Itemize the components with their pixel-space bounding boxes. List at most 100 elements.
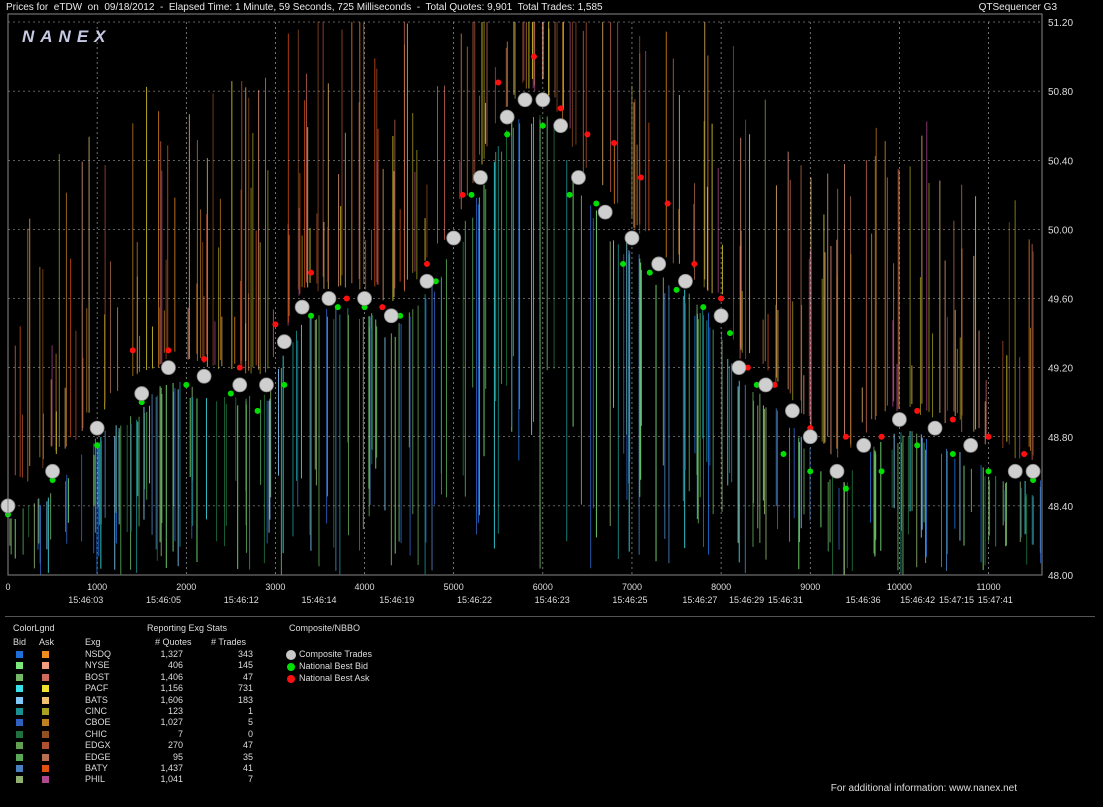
bid-color-swatch: [16, 742, 23, 750]
ask-marker: [949, 416, 956, 423]
bid-color-swatch: [16, 673, 23, 681]
nanex-watermark: NANEX: [22, 27, 112, 46]
exchange-name: CINC: [85, 706, 107, 716]
legend-ask-heading: Ask: [39, 637, 55, 647]
y-tick-label: 50.40: [1048, 156, 1073, 167]
quote-count: 123: [167, 706, 183, 716]
time-tick-label: 15:46:36: [846, 595, 881, 605]
bid-color-swatch: [16, 776, 23, 784]
trade-marker: [927, 420, 943, 436]
trade-marker: [446, 230, 462, 246]
bid-marker: [504, 131, 511, 138]
trade-marker: [232, 377, 248, 393]
bid-marker: [727, 330, 734, 337]
series-marker-icon: [287, 663, 295, 671]
y-tick-label: 50.00: [1048, 225, 1073, 236]
x-tick-label: 4000: [355, 582, 375, 592]
legend-stats-heading: Reporting Exg Stats: [147, 623, 228, 633]
trade-marker: [651, 256, 667, 272]
ask-marker: [842, 433, 849, 440]
bid-marker: [780, 451, 787, 458]
exchange-name: NYSE: [85, 660, 110, 671]
ask-color-swatch: [42, 742, 49, 750]
composite-label: National Best Ask: [299, 673, 370, 683]
trade-marker: [383, 308, 399, 324]
y-tick-label: 48.00: [1048, 571, 1073, 582]
y-tick-label: 49.20: [1048, 364, 1073, 375]
trade-marker: [89, 420, 105, 436]
trade-marker: [259, 377, 274, 393]
bid-marker: [334, 304, 341, 311]
time-tick-label: 15:47:15: [939, 595, 974, 605]
bid-marker: [700, 304, 707, 311]
ask-color-swatch: [42, 673, 49, 681]
exchange-name: NSDQ: [85, 649, 112, 659]
y-tick-label: 48.80: [1048, 433, 1073, 444]
bid-color-swatch: [16, 651, 23, 658]
trade-marker: [758, 377, 774, 393]
ask-marker: [495, 79, 502, 86]
ask-marker: [1021, 451, 1028, 458]
legend-row-baty: BATY 1,437 41: [5, 763, 275, 775]
bid-marker: [914, 442, 921, 449]
x-tick-label: 3000: [265, 582, 285, 592]
trade-count: 731: [237, 683, 253, 694]
trade-marker: [134, 386, 150, 401]
quote-count: 7: [177, 728, 183, 739]
exchange-name: BATS: [85, 694, 108, 705]
trade-marker: [571, 170, 586, 185]
trade-marker: [1025, 463, 1041, 479]
time-tick-label: 15:47:41: [978, 595, 1013, 605]
time-tick-label: 15:46:19: [379, 595, 414, 605]
ask-marker: [878, 433, 885, 440]
trade-marker: [499, 109, 515, 125]
ask-marker: [343, 295, 350, 302]
time-tick-label: 15:46:27: [682, 595, 717, 605]
y-tick-label: 48.40: [1048, 502, 1073, 513]
x-tick-label: 7000: [622, 582, 642, 592]
quote-count: 1,027: [160, 717, 183, 728]
bid-marker: [807, 468, 814, 475]
legend-row-cboe: CBOE 1,027 5: [5, 717, 275, 729]
ask-color-swatch: [42, 776, 49, 784]
x-tick-label: 9000: [800, 582, 820, 592]
trade-marker: [535, 92, 551, 108]
bid-color-swatch: [16, 685, 23, 693]
ask-marker: [530, 53, 537, 60]
ask-marker: [272, 321, 279, 328]
trade-marker: [294, 299, 310, 315]
trade-count: 183: [237, 694, 253, 705]
ask-marker: [379, 304, 386, 311]
legend-row-phil: PHIL 1,041 7: [5, 774, 275, 786]
x-tick-label: 10000: [887, 582, 912, 592]
ask-marker: [718, 295, 725, 302]
time-tick-label: 15:46:23: [535, 595, 570, 605]
quote-count: 1,156: [160, 683, 183, 694]
bid-marker: [673, 286, 680, 293]
trade-marker: [597, 204, 613, 220]
x-tick-label: 0: [5, 582, 10, 592]
trade-marker: [713, 308, 729, 324]
legend-exch-heading: Exg: [85, 637, 101, 647]
legend-row-nsdq: NSDQ 1,327 343: [5, 649, 275, 661]
x-tick-label: 2000: [176, 582, 196, 592]
time-tick-label: 15:46:03: [68, 595, 103, 605]
ask-marker: [584, 131, 591, 138]
trade-marker: [678, 273, 693, 289]
legend-row-chic: CHIC 7 0: [5, 729, 275, 741]
x-tick-label: 6000: [533, 582, 553, 592]
ask-marker: [985, 433, 992, 440]
ask-marker: [664, 200, 671, 207]
x-tick-label: 5000: [444, 582, 464, 592]
composite-label: Composite Trades: [299, 649, 373, 659]
trade-marker: [321, 291, 337, 306]
trade-count: 41: [242, 763, 253, 773]
bid-marker: [878, 468, 885, 475]
trade-marker: [553, 118, 569, 134]
ask-color-swatch: [42, 719, 49, 727]
trade-marker: [785, 403, 800, 419]
legend-composite-heading: Composite/NBBO: [289, 623, 361, 633]
exchange-name: CHIC: [85, 728, 107, 739]
legend-bid-heading: Bid: [13, 637, 27, 647]
footer-info: For additional information: www.nanex.ne…: [830, 783, 1017, 794]
